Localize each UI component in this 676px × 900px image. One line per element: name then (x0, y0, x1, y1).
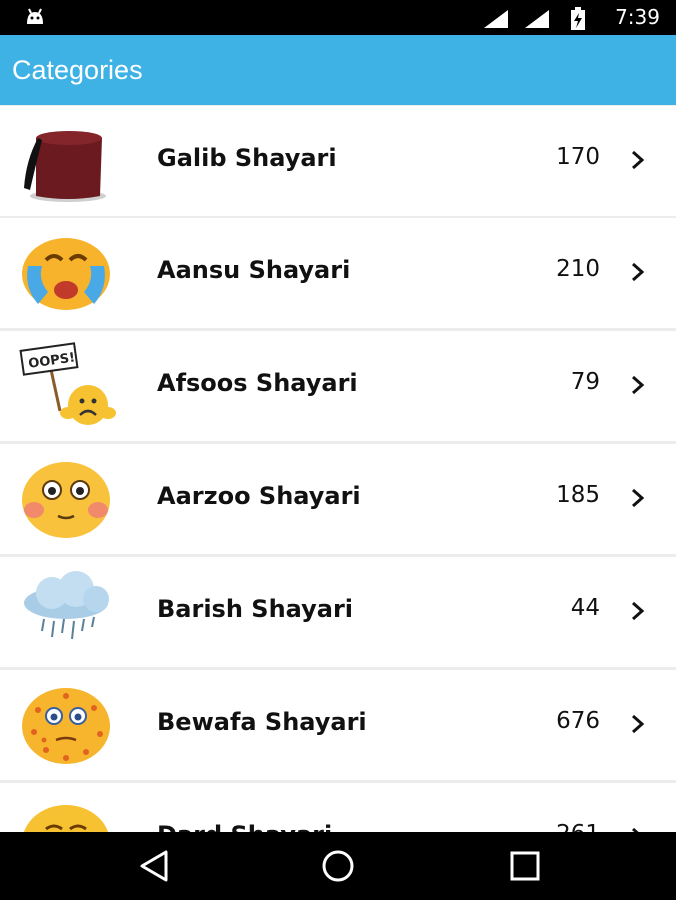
category-count: 79 (570, 369, 600, 395)
category-row-dard[interactable]: Dard Shayari 261 (0, 783, 676, 832)
battery-charging-icon (571, 7, 585, 30)
page-title: Categories (12, 55, 143, 85)
category-label: Bewafa Shayari (157, 708, 367, 736)
category-label: Galib Shayari (157, 144, 337, 172)
category-row-bewafa[interactable]: Bewafa Shayari 676 (0, 670, 676, 780)
category-row-galib[interactable]: Galib Shayari 170 (0, 106, 676, 216)
chevron-right-icon (632, 714, 645, 734)
category-count: 261 (556, 821, 600, 832)
oops-sign-face-icon: OOPS! (19, 342, 116, 425)
blushing-face-icon (22, 462, 110, 538)
category-count: 210 (556, 256, 600, 282)
chevron-right-icon (632, 827, 639, 832)
chevron-right-icon (632, 150, 645, 170)
status-clock: 7:39 (615, 5, 660, 29)
sad-face-icon (23, 805, 109, 832)
navigation-bar (0, 832, 676, 900)
category-count: 185 (556, 482, 600, 508)
app-bar: Categories (0, 35, 676, 105)
category-label: Aansu Shayari (157, 256, 351, 284)
category-row-aarzoo[interactable]: Aarzoo Shayari 185 (0, 444, 676, 554)
back-icon[interactable] (138, 848, 170, 884)
recents-icon[interactable] (508, 848, 542, 884)
crying-face-icon (22, 238, 110, 310)
category-count: 676 (556, 708, 600, 734)
chevron-right-icon (632, 488, 645, 508)
chevron-right-icon (632, 262, 645, 282)
cell-signal-icon (525, 10, 549, 28)
category-count: 170 (556, 144, 600, 170)
category-label: Dard Shayari (157, 821, 332, 832)
rain-cloud-icon (24, 571, 109, 640)
category-label: Afsoos Shayari (157, 369, 358, 397)
status-bar: 7:39 (0, 0, 676, 35)
category-label: Barish Shayari (157, 595, 354, 623)
fez-hat-icon (24, 131, 106, 202)
wifi-signal-icon (484, 10, 508, 28)
category-row-afsoos[interactable]: OOPS! Afsoos Shayari 79 (0, 331, 676, 441)
category-count: 44 (570, 595, 600, 621)
chevron-right-icon (632, 375, 645, 395)
android-notification-icon (27, 8, 43, 24)
spotted-face-icon (22, 688, 110, 764)
category-row-barish[interactable]: Barish Shayari 44 (0, 557, 676, 667)
chevron-right-icon (632, 601, 645, 621)
home-icon[interactable] (320, 848, 356, 884)
category-list[interactable]: Galib Shayari 170 Aansu Shayari 210 OOPS… (0, 105, 676, 832)
category-label: Aarzoo Shayari (157, 482, 361, 510)
category-row-aansu[interactable]: Aansu Shayari 210 (0, 218, 676, 328)
